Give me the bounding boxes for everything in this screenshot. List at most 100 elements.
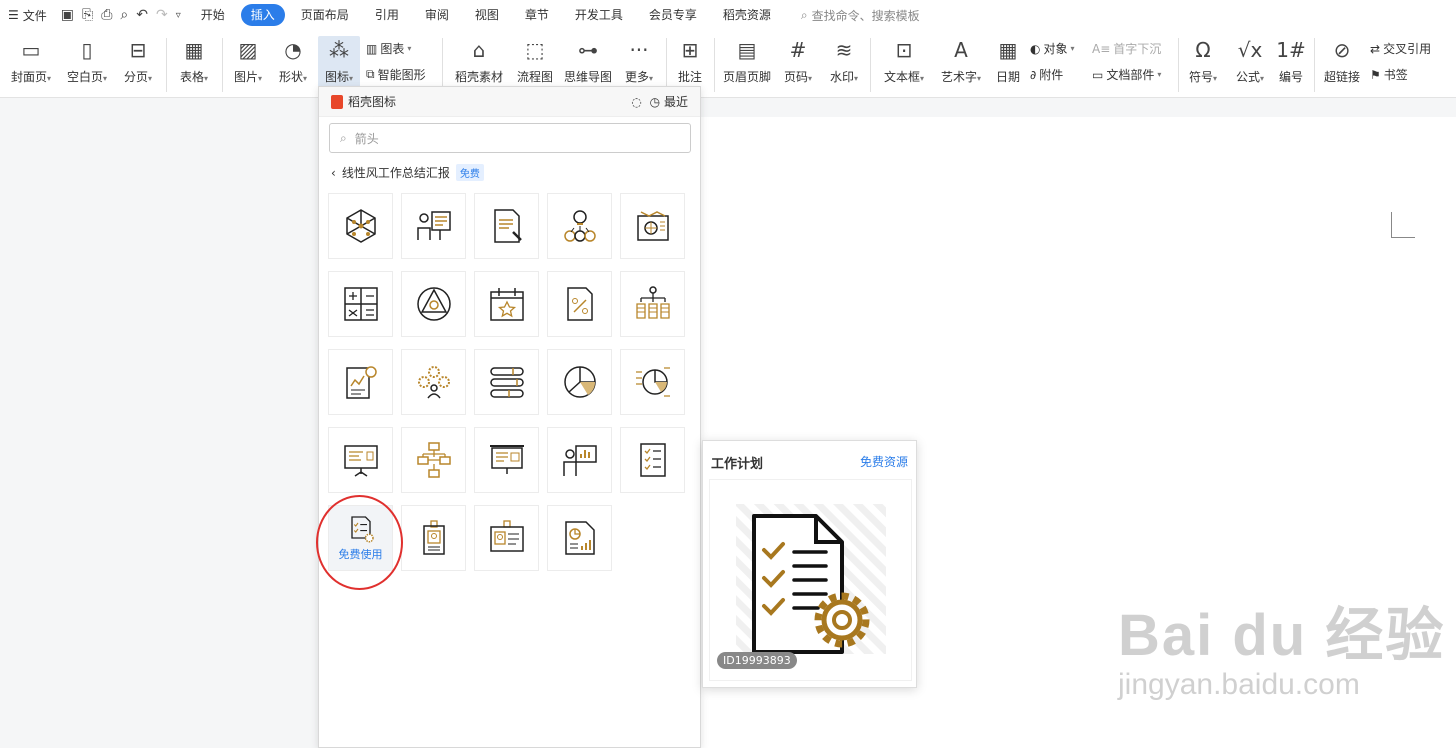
icon-cell[interactable] <box>620 271 685 337</box>
document-pen-icon <box>493 209 522 243</box>
chat-icon[interactable]: ◌ <box>631 95 641 109</box>
picture-button[interactable]: ▨ 图片▾ <box>230 36 266 86</box>
watermark-button[interactable]: ≋ 水印▾ <box>825 36 863 86</box>
recent-button[interactable]: ◷ 最近 <box>650 93 688 110</box>
tab-section[interactable]: 章节 <box>515 4 559 26</box>
redo-icon[interactable]: ↷ <box>156 7 168 23</box>
separator <box>166 38 167 92</box>
presenter-board-icon <box>416 211 451 240</box>
checklist-icon <box>639 443 666 477</box>
separator <box>222 38 223 92</box>
shape-button[interactable]: ◔ 形状▾ <box>274 36 312 86</box>
icon-cell[interactable] <box>474 427 539 493</box>
page-number-button[interactable]: # 页码▾ <box>780 36 816 86</box>
equation-icon: √x <box>1237 38 1263 62</box>
icon-cell[interactable] <box>401 271 466 337</box>
object-button[interactable]: ◐ 对象 ▾ <box>1030 40 1075 57</box>
free-resource-link[interactable]: 免费资源 <box>860 453 908 470</box>
tab-insert[interactable]: 插入 <box>240 4 285 26</box>
bookmark-icon: ⚑ <box>1370 67 1381 82</box>
cross-ref-icon: ⇄ <box>1370 41 1381 56</box>
separator <box>666 38 667 92</box>
icon-cell[interactable] <box>328 349 393 415</box>
wordart-button[interactable]: A 艺术字▾ <box>937 36 985 86</box>
dropcap-button[interactable]: A≡ 首字下沉 <box>1092 40 1161 57</box>
icon-cell[interactable] <box>620 349 685 415</box>
header-footer-button[interactable]: ▤ 页眉页脚 <box>722 36 772 84</box>
icon-cell[interactable] <box>474 349 539 415</box>
command-search[interactable]: ⌕ 查找命令、搜索模板 <box>801 7 920 24</box>
tab-home[interactable]: 开始 <box>191 4 235 26</box>
tab-references[interactable]: 引用 <box>365 4 409 26</box>
picture-label: 图片 <box>233 70 258 84</box>
icon-cell[interactable] <box>547 193 612 259</box>
save-icon[interactable]: ▣ <box>61 7 74 23</box>
panel-header: 稻壳图标 ◌ ◷ 最近 <box>319 87 700 117</box>
icon-cell[interactable] <box>328 427 393 493</box>
icon-cell[interactable] <box>401 505 466 571</box>
icon-cell[interactable] <box>474 193 539 259</box>
table-button[interactable]: ▦ 表格▾ <box>176 36 212 86</box>
tab-developer[interactable]: 开发工具 <box>565 4 633 26</box>
export-pdf-icon[interactable]: ⎘ <box>82 7 93 23</box>
icon-cell[interactable] <box>620 193 685 259</box>
shape-icon: ◔ <box>284 38 302 62</box>
cover-page-button[interactable]: ▭ 封面页▾ <box>8 36 54 86</box>
icon-cell[interactable] <box>401 427 466 493</box>
table-label: 表格 <box>179 70 204 84</box>
separator <box>714 38 715 92</box>
cube-network-icon <box>345 209 376 243</box>
tab-view[interactable]: 视图 <box>465 4 509 26</box>
tab-member[interactable]: 会员专享 <box>639 4 707 26</box>
pie-chart-icon <box>563 366 596 398</box>
textbox-button[interactable]: ⊡ 文本框▾ <box>880 36 928 86</box>
icon-button[interactable]: ⁂ 图标▾ <box>318 36 360 92</box>
icon-cell[interactable] <box>547 427 612 493</box>
flowchart-button[interactable]: ⬚ 流程图 <box>515 36 555 84</box>
bookmark-button[interactable]: ⚑ 书签 <box>1370 66 1408 83</box>
blank-page-label: 空白页 <box>66 70 103 84</box>
symbol-button[interactable]: Ω 符号▾ <box>1186 36 1220 86</box>
comment-button[interactable]: ⊞ 批注 <box>674 36 706 84</box>
icon-cell[interactable] <box>401 193 466 259</box>
presenter-chart-icon <box>562 445 597 476</box>
doc-parts-button[interactable]: ▭ 文档部件 ▾ <box>1092 66 1161 83</box>
icon-preview-card: 工作计划 免费资源 ID19993893 <box>702 440 917 688</box>
icon-cell[interactable] <box>474 271 539 337</box>
icon-cell[interactable] <box>547 349 612 415</box>
more-button[interactable]: ··· 更多▾ <box>620 36 658 86</box>
undo-icon[interactable]: ↶ <box>136 7 148 23</box>
smartart-button[interactable]: ⧉ 智能图形 <box>366 66 426 83</box>
equation-button[interactable]: √x 公式▾ <box>1232 36 1268 86</box>
icon-search-input[interactable]: ⌕ 箭头 <box>329 123 691 153</box>
textbox-icon: ⊡ <box>895 38 913 62</box>
page-break-button[interactable]: ⊟ 分页▾ <box>120 36 156 86</box>
icon-cell[interactable] <box>401 349 466 415</box>
mindmap-button[interactable]: ⊶ 思维导图 <box>563 36 613 84</box>
category-breadcrumb[interactable]: ‹ 线性风工作总结汇报 免费 <box>331 164 484 181</box>
cross-ref-button[interactable]: ⇄ 交叉引用 <box>1370 40 1431 57</box>
icon-cell[interactable] <box>547 271 612 337</box>
tab-review[interactable]: 审阅 <box>415 4 459 26</box>
blank-page-icon: ▯ <box>81 38 93 62</box>
hyperlink-button[interactable]: ⊘ 超链接 <box>1322 36 1362 84</box>
icon-cell[interactable] <box>474 505 539 571</box>
table-icon: ▦ <box>184 38 204 62</box>
date-button[interactable]: ▦ 日期 <box>994 36 1022 84</box>
print-preview-icon[interactable]: ⌕ <box>120 7 128 23</box>
icon-cell[interactable] <box>620 427 685 493</box>
icon-cell[interactable] <box>547 505 612 571</box>
numbering-button[interactable]: 1# 编号 <box>1276 36 1305 84</box>
blank-page-button[interactable]: ▯ 空白页▾ <box>64 36 110 86</box>
icon-cell[interactable] <box>328 271 393 337</box>
print-icon[interactable]: ⎙ <box>101 7 112 23</box>
file-menu[interactable]: ☰ 文件 <box>0 0 55 30</box>
ribbon: ▭ 封面页▾ ▯ 空白页▾ ⊟ 分页▾ ▦ 表格▾ ▨ 图片▾ ◔ 形状▾ ⁂ 图标▾ ▥ 图表… <box>0 30 1456 98</box>
tab-docer[interactable]: 稻壳资源 <box>713 4 781 26</box>
chart-button[interactable]: ▥ 图表 ▾ <box>366 40 411 57</box>
icon-cell[interactable] <box>328 193 393 259</box>
attachment-button[interactable]: ∂ 附件 <box>1030 66 1063 83</box>
customize-icon[interactable]: ▿ <box>176 10 181 21</box>
tab-page-layout[interactable]: 页面布局 <box>291 4 359 26</box>
docer-material-button[interactable]: ⌂ 稻壳素材 <box>452 36 506 84</box>
